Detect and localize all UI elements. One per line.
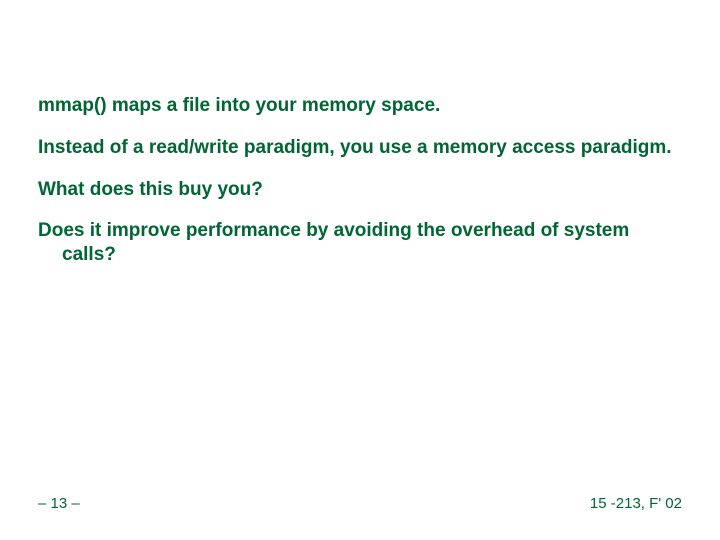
paragraph-1: mmap() maps a file into your memory spac… xyxy=(38,94,682,118)
page-number: – 13 – xyxy=(38,495,80,512)
course-label: 15 -213, F' 02 xyxy=(590,495,682,512)
paragraph-3: What does this buy you? xyxy=(38,178,682,202)
slide-body: mmap() maps a file into your memory spac… xyxy=(38,94,682,285)
paragraph-4: Does it improve performance by avoiding … xyxy=(38,219,682,267)
slide-footer: – 13 – 15 -213, F' 02 xyxy=(38,495,682,512)
paragraph-2: Instead of a read/write paradigm, you us… xyxy=(38,136,682,160)
